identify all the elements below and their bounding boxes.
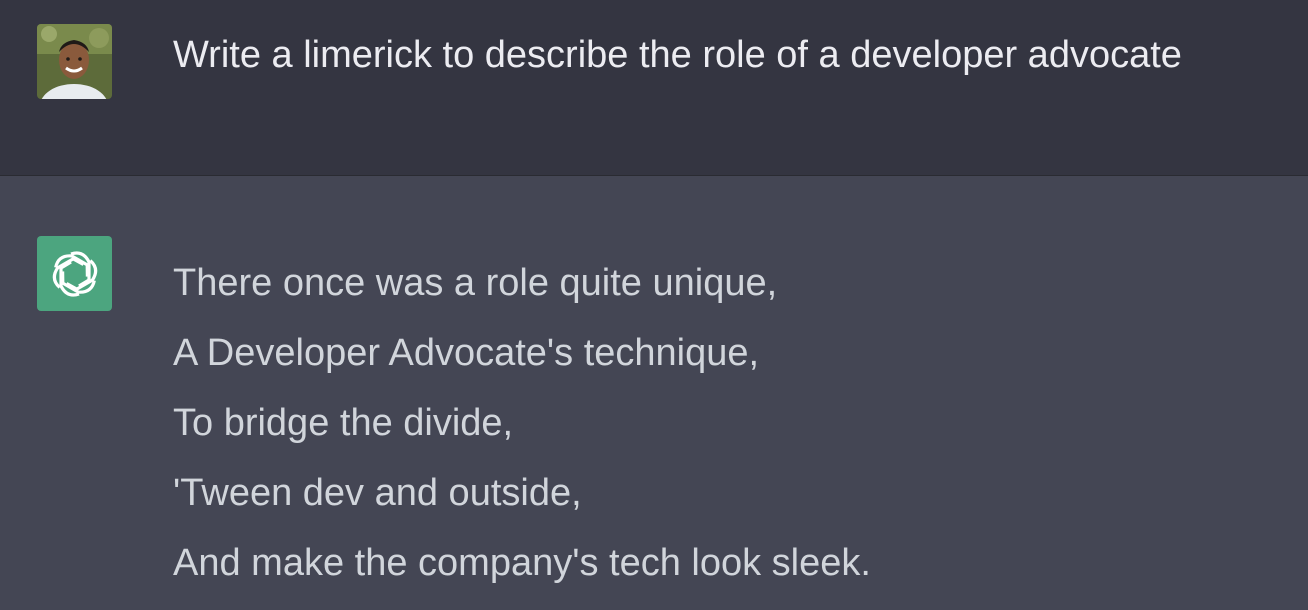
user-message-row: Write a limerick to describe the role of… (0, 0, 1308, 176)
assistant-message-row: There once was a role quite unique, A De… (0, 176, 1308, 610)
openai-logo-icon (37, 236, 112, 311)
poem-line: And make the company's tech look sleek. (173, 542, 871, 584)
poem-line: To bridge the divide, (173, 402, 514, 444)
user-prompt-text: Write a limerick to describe the role of… (173, 34, 1182, 76)
poem-line: A Developer Advocate's technique, (173, 332, 760, 374)
poem-line: 'Tween dev and outside, (173, 472, 582, 514)
assistant-response-text: There once was a role quite unique, A De… (173, 248, 871, 598)
user-avatar (37, 24, 112, 99)
poem-line: There once was a role quite unique, (173, 262, 778, 304)
